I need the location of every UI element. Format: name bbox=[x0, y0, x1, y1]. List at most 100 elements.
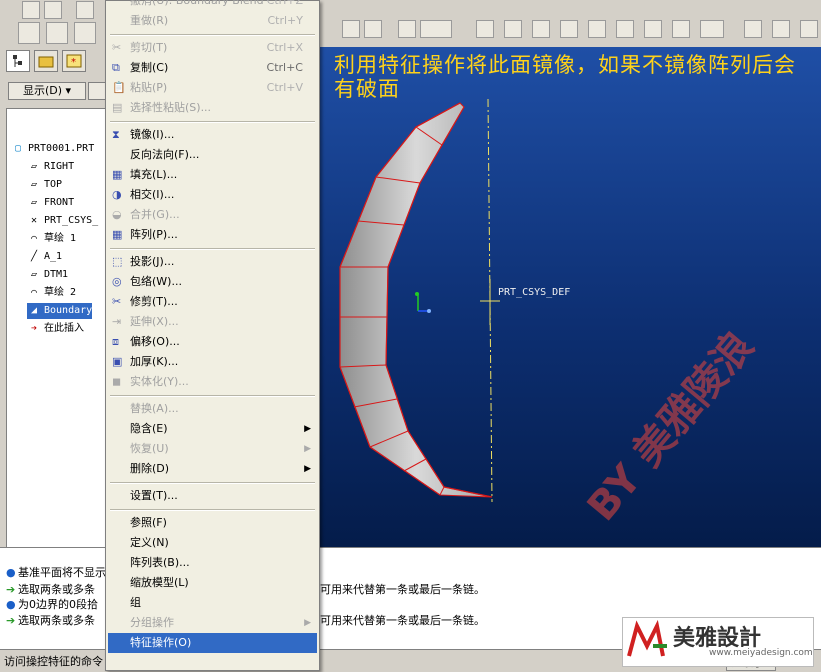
green-arrow-icon: ➔ bbox=[6, 614, 16, 627]
spin-center-icon[interactable] bbox=[504, 20, 522, 38]
graphics-toolbar bbox=[320, 20, 821, 48]
csys-icon: ✕ bbox=[30, 215, 38, 226]
left-panel: * 显示(D) ▾ ▢ PRT0001.PRT ▱ RIGHT ▱ TOP ▱ FRONT ✕ P… bbox=[0, 20, 107, 558]
close-window-icon[interactable] bbox=[46, 22, 68, 44]
model-tree-settings-icon[interactable] bbox=[364, 20, 382, 38]
menu-item[interactable]: 特征操作(O) bbox=[108, 633, 317, 653]
copy-icon: ⧉ bbox=[112, 61, 120, 74]
zoom-out-icon[interactable] bbox=[644, 20, 662, 38]
menu-item[interactable]: ✂ 修剪(T)... bbox=[108, 292, 317, 312]
menu-item[interactable]: ▦ 阵列(P)... bbox=[108, 225, 317, 245]
menu-item-label: 隐含(E) bbox=[130, 422, 168, 435]
find-icon[interactable] bbox=[398, 20, 416, 38]
sketch-icon: ⌒ bbox=[30, 287, 38, 298]
menu-item[interactable]: 隐含(E) ▶ bbox=[108, 419, 317, 439]
menu-item[interactable]: ▣ 加厚(K)... bbox=[108, 352, 317, 372]
view-manager-icon[interactable] bbox=[560, 20, 578, 38]
menu-item: ✂ 剪切(T) Ctrl+X bbox=[108, 38, 317, 58]
menu-item[interactable]: 设置(T)... bbox=[108, 486, 317, 506]
menu-item[interactable]: 反向法向(F)... bbox=[108, 145, 317, 165]
menu-item-label: 阵列表(B)... bbox=[130, 556, 190, 569]
message-line: ➔ 选取两条或多条 bbox=[6, 612, 95, 630]
menu-separator bbox=[110, 121, 315, 123]
logo-url: www.meiyadesign.com bbox=[709, 648, 813, 658]
menu-item-label: 实体化(Y)... bbox=[130, 375, 189, 388]
menu-separator bbox=[110, 248, 315, 250]
menu-item[interactable]: ⬚ 投影(J)... bbox=[108, 252, 317, 272]
tree-item[interactable]: ⌒ 草绘 1 bbox=[27, 231, 76, 247]
csys-toggle-icon[interactable] bbox=[476, 20, 494, 38]
menu-item[interactable]: ◑ 相交(I)... bbox=[108, 185, 317, 205]
menu-item[interactable]: 参照(F) bbox=[108, 513, 317, 533]
menu-item[interactable]: ⧉ 复制(C) Ctrl+C bbox=[108, 58, 317, 78]
menu-separator bbox=[110, 395, 315, 397]
wireframe-icon[interactable] bbox=[744, 20, 762, 38]
menu-item: ◒ 合并(G)... bbox=[108, 205, 317, 225]
open-file-icon[interactable] bbox=[44, 1, 62, 19]
orient-icon[interactable] bbox=[672, 20, 690, 38]
show-button[interactable]: 显示(D) ▾ bbox=[8, 82, 86, 100]
tree-item-label: 在此插入 bbox=[44, 323, 84, 334]
zoom-in-icon[interactable] bbox=[616, 20, 634, 38]
tab-folder-browser[interactable] bbox=[34, 50, 58, 72]
menu-item[interactable]: ⧈ 偏移(O)... bbox=[108, 332, 317, 352]
menu-item[interactable]: 定义(N) bbox=[108, 533, 317, 553]
spin-center-icon bbox=[415, 292, 431, 313]
layers-icon[interactable] bbox=[532, 20, 550, 38]
tree-item[interactable]: ➔ 在此插入 bbox=[27, 321, 84, 337]
tree-item[interactable]: ✕ PRT_CSYS_ bbox=[27, 213, 98, 229]
tree-item-label: A_1 bbox=[44, 251, 63, 262]
menu-item[interactable]: ▦ 填充(L)... bbox=[108, 165, 317, 185]
watermark-logo: 美雅設計 www.meiyadesign.com bbox=[622, 617, 814, 667]
menu-item-label: 延伸(X)... bbox=[130, 315, 179, 328]
submenu-arrow-icon: ▶ bbox=[304, 618, 311, 628]
pattern-icon: ▦ bbox=[112, 228, 123, 241]
menu-item[interactable]: 组 bbox=[108, 593, 317, 613]
cut-icon: ✂ bbox=[112, 41, 122, 54]
checklist-icon[interactable] bbox=[74, 22, 96, 44]
refit-icon[interactable] bbox=[588, 20, 606, 38]
save-icon[interactable] bbox=[76, 1, 94, 19]
tree-item[interactable]: ▱ RIGHT bbox=[27, 159, 74, 175]
datum-plane-icon: ▱ bbox=[30, 161, 38, 172]
shading-icon[interactable] bbox=[800, 20, 818, 38]
tab-model-tree[interactable] bbox=[6, 50, 30, 72]
menu-item-label: 参照(F) bbox=[130, 516, 167, 529]
boundary-blend-surface[interactable] bbox=[339, 102, 493, 498]
datum-plane-icon: ▱ bbox=[30, 269, 38, 280]
tab-favorites[interactable]: * bbox=[62, 50, 86, 72]
tree-item-label: 草绘 1 bbox=[44, 233, 77, 244]
tree-item[interactable]: ╱ A_1 bbox=[27, 249, 62, 265]
tree-item[interactable]: ◢ Boundary bbox=[27, 303, 93, 319]
tree-item[interactable]: ▱ DTM1 bbox=[27, 267, 68, 283]
new-file-icon[interactable] bbox=[22, 1, 40, 19]
insert-arrow-icon: ➔ bbox=[30, 323, 38, 334]
menu-item[interactable]: 缩放模型(L) bbox=[108, 573, 317, 593]
submenu-arrow-icon: ▶ bbox=[304, 424, 311, 434]
graphics-window[interactable]: 利用特征操作将此面镜像，如果不镜像阵列后会有破面 PRT_CSYS_DEF bbox=[320, 47, 821, 547]
menu-item-label: 分组操作 bbox=[130, 616, 174, 629]
regenerate-icon[interactable] bbox=[342, 20, 360, 38]
tree-item[interactable]: ⌒ 草绘 2 bbox=[27, 285, 76, 301]
tree-item-label: TOP bbox=[44, 179, 63, 190]
menu-item[interactable]: ◎ 包络(W)... bbox=[108, 272, 317, 292]
hidden-line-icon[interactable] bbox=[772, 20, 790, 38]
selection-box-icon[interactable] bbox=[420, 20, 452, 38]
tree-item[interactable]: ▱ TOP bbox=[27, 177, 62, 193]
menu-item-label: 合并(G)... bbox=[130, 208, 180, 221]
model-tree: ▢ PRT0001.PRT ▱ RIGHT ▱ TOP ▱ FRONT ✕ PRT_CSYS_ ⌒ 草… bbox=[6, 108, 107, 558]
tree-item[interactable]: ▢ PRT0001.PRT bbox=[11, 141, 94, 157]
menu-shortcut: Ctrl+V bbox=[266, 81, 303, 94]
thicken-icon: ▣ bbox=[112, 355, 123, 368]
menu-item-label: 定义(N) bbox=[130, 536, 169, 549]
menu-item[interactable]: ⧗ 镜像(I)... bbox=[108, 125, 317, 145]
tree-item[interactable]: ▱ FRONT bbox=[27, 195, 74, 211]
settings-dropdown-button[interactable] bbox=[88, 82, 106, 100]
menu-item: 分组操作 ▶ bbox=[108, 613, 317, 633]
saved-views-icon[interactable] bbox=[700, 20, 724, 38]
edit-icon[interactable] bbox=[18, 22, 40, 44]
menu-item[interactable]: 删除(D) ▶ bbox=[108, 459, 317, 479]
message-line: ● 基准平面将不显示 bbox=[6, 564, 106, 582]
menu-item[interactable]: 阵列表(B)... bbox=[108, 553, 317, 573]
tree-item-label: Boundary bbox=[44, 305, 93, 316]
